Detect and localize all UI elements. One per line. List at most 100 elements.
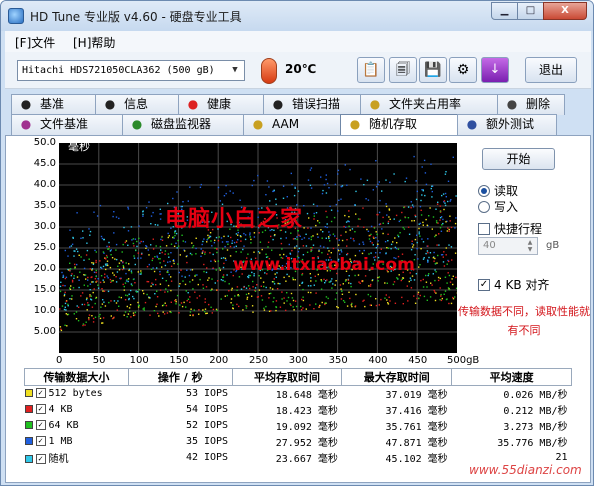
data-point [202, 287, 205, 289]
data-point [137, 252, 139, 254]
menu-file[interactable]: [F]文件 [15, 34, 55, 51]
copy-text-button[interactable]: 📋 [357, 57, 385, 83]
data-point [436, 244, 438, 246]
tab-error-scan[interactable]: ● 错误扫描 [263, 94, 361, 115]
data-point [286, 292, 288, 294]
data-point [179, 283, 181, 285]
series-checkbox[interactable]: ✓ [35, 454, 46, 464]
data-point [418, 227, 420, 230]
data-point [242, 309, 244, 311]
data-point [328, 281, 330, 283]
data-point [329, 234, 331, 236]
tab-health[interactable]: ● 健康 [178, 94, 264, 115]
data-point [444, 276, 447, 278]
short-stroke-input[interactable]: 40 ▲ ▼ [478, 237, 538, 255]
data-point [358, 250, 361, 252]
data-point [455, 195, 457, 197]
write-option[interactable]: 写入 [478, 198, 518, 215]
data-point [80, 295, 82, 297]
write-radio[interactable] [478, 200, 490, 213]
align-option[interactable]: ✓ 4 KB 对齐 [478, 276, 549, 293]
data-point [302, 299, 305, 302]
data-point [205, 286, 208, 288]
minimize-button[interactable]: ▁ [491, 2, 518, 20]
data-point [440, 254, 443, 256]
data-point [145, 245, 147, 247]
series-checkbox[interactable]: ✓ [35, 436, 46, 446]
data-point [339, 284, 342, 286]
data-point [344, 301, 346, 303]
data-point [314, 275, 316, 277]
tab-info[interactable]: ● 信息 [95, 94, 179, 115]
tab-extra-tests[interactable]: ● 额外测试 [457, 114, 557, 135]
data-point [71, 298, 73, 300]
spin-arrows-icon[interactable]: ▲ ▼ [524, 239, 536, 253]
table-row: ✓ 512 bytes 53 IOPS 18.648 毫秒 37.019 毫秒 0.026… [24, 386, 572, 402]
tab-random-access[interactable]: ● 随机存取 [340, 114, 458, 136]
tab-folder-usage[interactable]: ● 文件夹占用率 [360, 94, 498, 115]
read-option[interactable]: 读取 [478, 182, 518, 199]
data-point [222, 276, 224, 278]
series-name: 4 KB [48, 404, 73, 415]
maximize-button[interactable]: □ [517, 2, 544, 20]
data-point [181, 275, 183, 277]
series-checkbox[interactable]: ✓ [35, 388, 46, 399]
download-button[interactable]: ↓ [481, 57, 509, 83]
data-point [369, 285, 372, 287]
tab-file-benchmark[interactable]: ● 文件基准 [11, 114, 123, 135]
data-point [372, 236, 375, 238]
data-point [170, 252, 172, 254]
data-point [214, 239, 216, 242]
series-checkbox[interactable]: ✓ [35, 404, 46, 414]
data-point [387, 220, 390, 223]
series-checkbox[interactable]: ✓ [35, 420, 46, 430]
row-name-cell[interactable]: ✓ 512 bytes [24, 386, 129, 402]
row-name-cell[interactable]: ✓ 64 KB [24, 418, 129, 434]
data-point [416, 247, 418, 250]
data-point [422, 241, 425, 243]
copy-screenshot-button[interactable]: 🗐 [389, 57, 417, 83]
exit-button[interactable]: 退出 [525, 57, 577, 83]
data-point [377, 183, 379, 185]
align-4kb-checkbox[interactable]: ✓ [478, 278, 490, 291]
chevron-down-icon[interactable]: ▼ [228, 62, 242, 79]
data-point [230, 302, 232, 304]
tab-erase[interactable]: ● 删除 [497, 94, 565, 115]
data-point [203, 270, 205, 273]
read-radio[interactable] [478, 184, 490, 197]
data-point [420, 248, 422, 250]
data-point [186, 269, 188, 271]
data-point [393, 218, 395, 220]
data-point [435, 271, 437, 273]
data-point [195, 247, 197, 250]
options-button[interactable]: ⚙ [449, 57, 477, 83]
data-point [152, 238, 154, 240]
tab-benchmark[interactable]: ● 基准 [11, 94, 96, 115]
row-name-cell[interactable]: ✓ 4 KB [24, 402, 129, 418]
row-name-cell[interactable]: ✓ 1 MB [24, 434, 129, 450]
short-stroke-option[interactable]: 快捷行程 [478, 220, 542, 237]
tab-disk-monitor[interactable]: ● 磁盘监视器 [122, 114, 244, 135]
data-point [285, 309, 287, 312]
drive-select[interactable]: Hitachi HDS721050CLA362 (500 gB) ▼ [17, 60, 245, 81]
title-bar[interactable]: HD Tune 专业版 v4.60 - 硬盘专业工具 ▁ □ X [1, 1, 593, 31]
x-tick-label: 150 [169, 355, 189, 366]
tab-speaker[interactable]: ● AAM [243, 114, 341, 135]
data-point [80, 237, 82, 239]
data-point [442, 218, 444, 221]
data-point [249, 234, 251, 236]
data-point [90, 295, 92, 297]
close-button[interactable]: X [543, 2, 587, 20]
short-stroke-checkbox[interactable] [478, 222, 490, 235]
data-point [315, 292, 317, 294]
data-point [261, 248, 263, 251]
menu-help[interactable]: [H]帮助 [73, 34, 115, 51]
start-button[interactable]: 开始 [482, 148, 555, 170]
save-button[interactable]: 💾 [419, 57, 447, 83]
toolbar: Hitachi HDS721050CLA362 (500 gB) ▼ 20℃ 📋… [5, 52, 591, 89]
data-point [454, 296, 456, 298]
data-point [110, 281, 112, 283]
row-name-cell[interactable]: ✓ 随机 [24, 450, 129, 466]
data-point [210, 240, 212, 242]
data-point [67, 303, 69, 306]
